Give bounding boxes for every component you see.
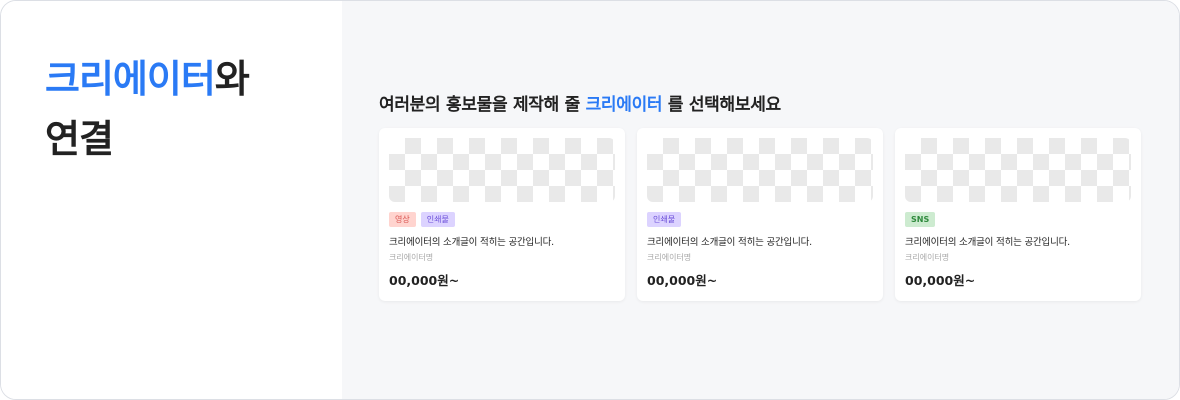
card-image-placeholder xyxy=(647,138,873,202)
tag-print: 인쇄물 xyxy=(420,212,455,227)
creator-section: 여러분의 홍보물을 제작해 줄 크리에이터 를 선택해보세요 영상 인쇄물 크리… xyxy=(342,1,1179,399)
creator-card[interactable]: 영상 인쇄물 크리에이터의 소개글이 적히는 공간입니다. 크리에이터명 00,… xyxy=(379,128,625,301)
tag-print: 인쇄물 xyxy=(647,212,682,227)
section-heading-accent: 크리에이터 xyxy=(585,95,663,115)
tag-sns: SNS xyxy=(905,212,936,227)
hero-title-rest: 와 xyxy=(214,57,250,101)
card-tags: SNS xyxy=(905,212,936,227)
card-creator-name: 크리에이터명 xyxy=(389,253,434,262)
left-panel: 크리에이터와 연결 xyxy=(1,1,342,399)
card-image-placeholder xyxy=(905,138,1131,202)
card-description: 크리에이터의 소개글이 적히는 공간입니다. xyxy=(905,237,1070,248)
card-price: 00,000원~ xyxy=(389,273,460,288)
creator-card[interactable]: 인쇄물 크리에이터의 소개글이 적히는 공간입니다. 크리에이터명 00,000… xyxy=(637,128,883,301)
page-frame: 크리에이터와 연결 여러분의 홍보물을 제작해 줄 크리에이터 를 선택해보세요… xyxy=(0,0,1180,400)
card-image-placeholder xyxy=(389,138,615,202)
section-heading: 여러분의 홍보물을 제작해 줄 크리에이터 를 선택해보세요 xyxy=(379,90,781,115)
creator-card[interactable]: SNS 크리에이터의 소개글이 적히는 공간입니다. 크리에이터명 00,000… xyxy=(895,128,1141,301)
card-tags: 영상 인쇄물 xyxy=(389,212,455,227)
section-heading-prefix: 여러분의 홍보물을 제작해 줄 xyxy=(379,95,586,115)
card-price: 00,000원~ xyxy=(647,273,718,288)
hero-title-line1: 크리에이터와 xyxy=(45,49,250,109)
hero-title: 크리에이터와 연결 xyxy=(45,49,250,169)
card-description: 크리에이터의 소개글이 적히는 공간입니다. xyxy=(389,237,554,248)
card-creator-name: 크리에이터명 xyxy=(905,253,950,262)
hero-title-line2: 연결 xyxy=(45,117,114,161)
card-creator-name: 크리에이터명 xyxy=(647,253,692,262)
card-tags: 인쇄물 xyxy=(647,212,682,227)
hero-title-accent: 크리에이터 xyxy=(45,57,216,101)
card-price: 00,000원~ xyxy=(905,273,976,288)
tag-video: 영상 xyxy=(389,212,416,227)
section-heading-suffix: 를 선택해보세요 xyxy=(662,95,781,115)
card-description: 크리에이터의 소개글이 적히는 공간입니다. xyxy=(647,237,812,248)
